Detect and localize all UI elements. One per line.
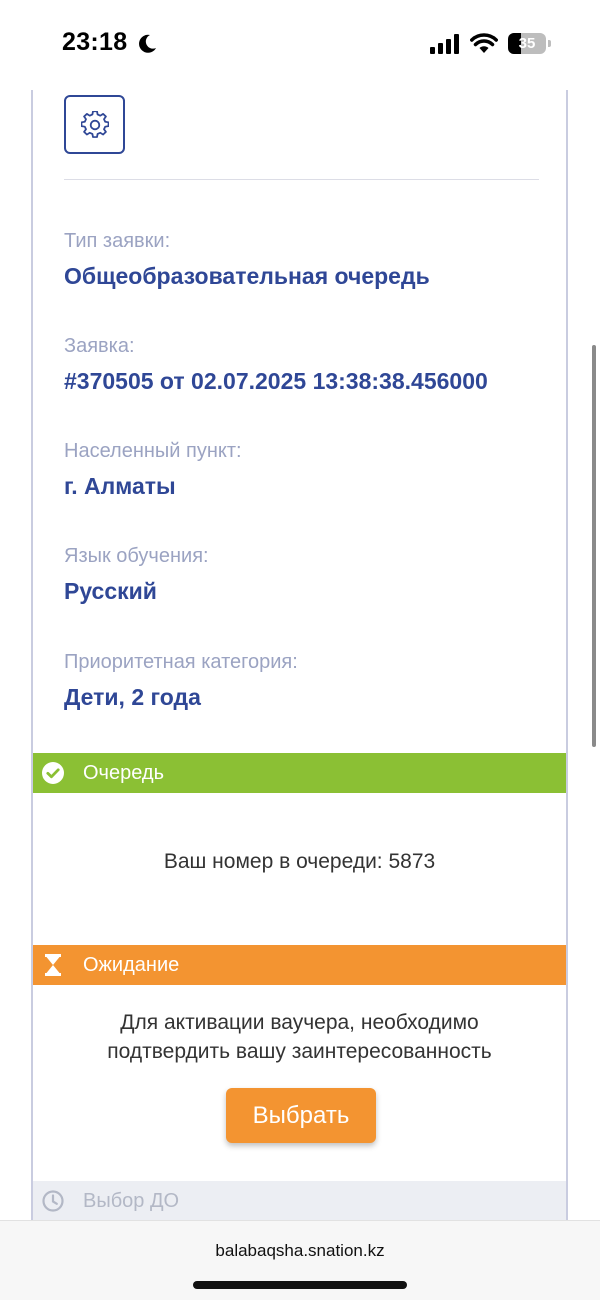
wifi-icon [470, 33, 498, 53]
step-waiting-header: Ожидание [33, 945, 566, 985]
battery-body: 35 [508, 33, 546, 54]
field-application-type: Тип заявки: Общеобразовательная очередь [64, 228, 544, 290]
field-value: #370505 от 02.07.2025 13:38:38.456000 [64, 368, 488, 394]
settings-button[interactable] [64, 95, 125, 154]
field-label: Населенный пункт: [64, 440, 242, 462]
field-application-number: Заявка: #370505 от 02.07.2025 13:38:38.4… [64, 333, 544, 395]
field-value: г. Алматы [64, 473, 176, 499]
step-queue-header: Очередь [33, 753, 566, 793]
field-label: Заявка: [64, 335, 135, 357]
field-label: Приоритетная категория: [64, 651, 298, 673]
page: 23:18 35 Тип заявки: Общеобразовательная… [0, 0, 600, 1300]
divider [64, 179, 539, 180]
application-card: Тип заявки: Общеобразовательная очередь … [31, 90, 568, 1221]
gear-icon [81, 111, 109, 138]
status-bar: 23:18 35 [0, 0, 600, 90]
url-text[interactable]: balabaqsha.snation.kz [0, 1241, 600, 1261]
field-label: Язык обучения: [64, 545, 209, 567]
cellular-signal-icon [430, 34, 459, 54]
field-priority-category: Приоритетная категория: Дети, 2 года [64, 649, 544, 711]
clock-icon [42, 1190, 64, 1212]
hourglass-icon [45, 954, 61, 976]
step-choice-title: Выбор ДО [83, 1190, 180, 1212]
queue-number-text: Ваш номер в очереди: 5873 [163, 850, 436, 873]
battery-percent: 35 [518, 35, 536, 52]
field-language: Язык обучения: Русский [64, 543, 544, 605]
select-button[interactable]: Выбрать [226, 1088, 376, 1143]
scrollbar[interactable] [592, 345, 596, 747]
step-choice-header: Выбор ДО [33, 1181, 566, 1221]
waiting-description-line: подтвердить вашу заинтересованность [107, 1040, 492, 1063]
battery-indicator: 35 [508, 33, 552, 54]
waiting-description-line: Для активации ваучера, необходимо [120, 1011, 479, 1034]
field-label: Тип заявки: [64, 230, 171, 252]
field-locality: Населенный пункт: г. Алматы [64, 438, 544, 500]
field-value: Русский [64, 578, 157, 604]
field-value: Общеобразовательная очередь [64, 263, 430, 289]
step-waiting-title: Ожидание [83, 954, 180, 976]
browser-bottom-bar: balabaqsha.snation.kz [0, 1220, 600, 1300]
step-queue-title: Очередь [83, 762, 164, 784]
battery-cap [548, 40, 551, 47]
waiting-description: Для активации ваучера, необходимо подтве… [33, 1008, 566, 1066]
status-time: 23:18 [62, 28, 128, 56]
home-indicator[interactable] [193, 1281, 407, 1289]
moon-icon [139, 34, 156, 53]
check-circle-icon [42, 762, 64, 784]
field-value: Дети, 2 года [64, 684, 201, 710]
